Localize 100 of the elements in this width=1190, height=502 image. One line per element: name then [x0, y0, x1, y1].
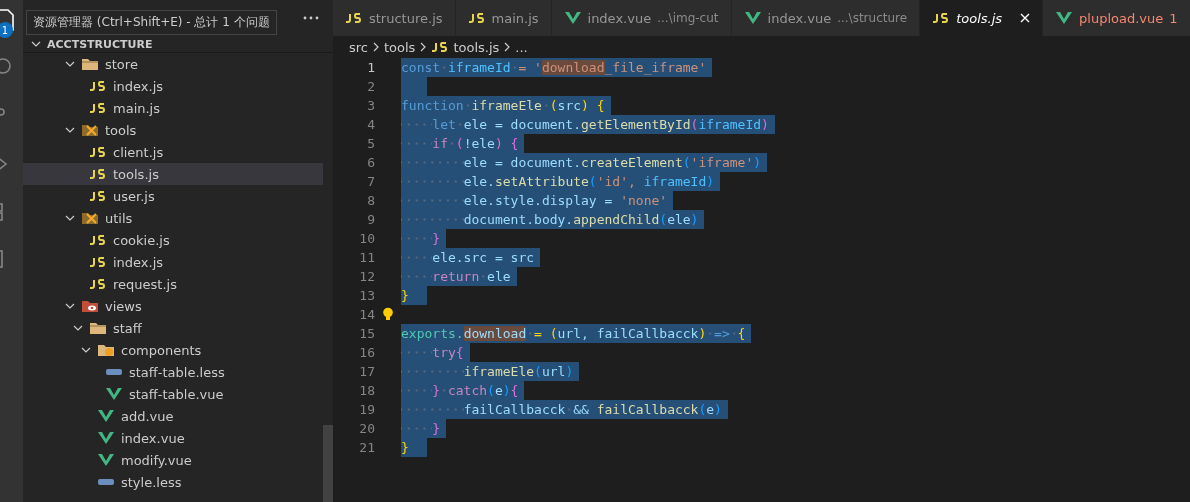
- file-name: staff-table.vue: [129, 386, 224, 402]
- editor-tab[interactable]: plupload.vue 1: [1043, 0, 1190, 36]
- chevron-icon: [65, 59, 75, 69]
- tree-item[interactable]: tools: [23, 119, 323, 141]
- file-name: index.vue: [121, 430, 185, 446]
- tree-item[interactable]: store: [23, 53, 323, 75]
- tab-label: tools.js: [956, 10, 1003, 26]
- tab-label: index.vue: [767, 10, 832, 26]
- line-number: 20: [358, 421, 375, 436]
- line-number: 9: [366, 212, 375, 227]
- tab-label: structure.js: [369, 10, 443, 26]
- scrollbar-thumb[interactable]: [323, 425, 333, 502]
- tree-item[interactable]: staff-table.vue: [23, 383, 323, 405]
- chevron-icon: [73, 323, 83, 333]
- line-number: 11: [358, 250, 375, 265]
- line-number: 10: [358, 231, 375, 246]
- line-number: 7: [366, 174, 375, 189]
- folder-tools-icon: [81, 123, 99, 137]
- file-name: request.js: [113, 276, 177, 292]
- file-name: cookie.js: [113, 232, 170, 248]
- tree-item[interactable]: index.vue: [23, 427, 323, 449]
- editor-tab[interactable]: index.vue ...\structure: [731, 0, 921, 36]
- tab-path: ...\structure: [837, 11, 908, 25]
- breadcrumb-item[interactable]: ...: [515, 39, 528, 55]
- folder-components-icon: [97, 343, 115, 357]
- js-file-icon: [467, 13, 486, 23]
- tree-item[interactable]: index.js: [23, 75, 323, 97]
- js-file-icon: [89, 191, 107, 201]
- tree-item[interactable]: request.js: [23, 273, 323, 295]
- lightbulb-icon[interactable]: [382, 307, 394, 322]
- line-number: 17: [358, 364, 375, 379]
- file-name: modify.vue: [121, 452, 192, 468]
- file-name: tools: [105, 122, 137, 138]
- tree-item[interactable]: add.vue: [23, 405, 323, 427]
- line-number: 13: [358, 288, 375, 303]
- line-number: 5: [366, 136, 375, 151]
- chevron-icon: [503, 42, 512, 52]
- chevron-icon: [65, 213, 75, 223]
- file-name: main.js: [113, 100, 160, 116]
- line-number: 1: [366, 60, 375, 75]
- tree-item[interactable]: staff-table.less: [23, 361, 323, 383]
- file-name: client.js: [113, 144, 164, 160]
- line-number: 4: [366, 117, 375, 132]
- tooltip: 资源管理器 (Ctrl+Shift+E) - 总计 1 个问题: [26, 10, 277, 35]
- tree-item[interactable]: user.js: [23, 185, 323, 207]
- file-name: views: [105, 298, 142, 314]
- section-title: ACCTSTRUCTURE: [47, 37, 153, 51]
- js-file-icon: [89, 169, 107, 179]
- chevron-icon: [81, 345, 91, 355]
- breadcrumb-item[interactable]: src: [349, 39, 368, 55]
- vue-file-icon: [1055, 11, 1074, 25]
- line-number: 8: [366, 193, 375, 208]
- vue-file-icon: [97, 431, 115, 445]
- tree-item[interactable]: cookie.js: [23, 229, 323, 251]
- tree-item[interactable]: staff: [23, 317, 323, 339]
- file-name: staff-table.less: [129, 364, 225, 380]
- problem-count: 1: [1169, 10, 1178, 26]
- editor-tab[interactable]: index.vue ...\img-cut: [551, 0, 732, 36]
- line-number: 18: [358, 383, 375, 398]
- tab-label: plupload.vue: [1079, 10, 1164, 26]
- line-number: 12: [358, 269, 375, 284]
- js-file-icon: [89, 257, 107, 267]
- line-number: 3: [366, 98, 375, 113]
- vue-file-icon: [563, 11, 582, 25]
- tree-item[interactable]: utils: [23, 207, 323, 229]
- vue-file-icon: [105, 387, 123, 401]
- tree-item[interactable]: style.less: [23, 471, 323, 493]
- breadcrumb-item[interactable]: tools: [384, 39, 416, 55]
- file-name: tools.js: [113, 166, 159, 182]
- editor-tab[interactable]: structure.js: [333, 0, 456, 36]
- js-file-icon: [932, 13, 951, 23]
- close-icon[interactable]: [1020, 13, 1031, 23]
- folder-icon: [89, 321, 107, 335]
- more-icon[interactable]: [303, 16, 319, 20]
- tree-item[interactable]: index.js: [23, 251, 323, 273]
- line-number: 14: [358, 307, 375, 322]
- breadcrumb-item[interactable]: tools.js: [453, 39, 500, 55]
- tree-item[interactable]: client.js: [23, 141, 323, 163]
- section-header[interactable]: ACCTSTRUCTURE: [23, 36, 333, 53]
- editor-tab[interactable]: tools.js: [920, 0, 1044, 36]
- js-file-icon: [345, 13, 363, 23]
- tree-item[interactable]: main.js: [23, 97, 323, 119]
- problem-badge: 1: [0, 22, 13, 38]
- js-file-icon: [89, 81, 107, 91]
- file-name: index.js: [113, 254, 164, 270]
- js-file-icon: [431, 42, 450, 52]
- js-file-icon: [89, 103, 107, 113]
- vue-file-icon: [97, 453, 115, 467]
- js-file-icon: [89, 235, 107, 245]
- file-name: add.vue: [121, 408, 174, 424]
- tree-item[interactable]: tools.js: [23, 163, 323, 185]
- file-name: style.less: [121, 474, 182, 490]
- line-number: 6: [366, 155, 375, 170]
- tree-item[interactable]: modify.vue: [23, 449, 323, 471]
- editor-tab[interactable]: main.js: [455, 0, 552, 36]
- tab-label: main.js: [491, 10, 539, 26]
- chevron-icon: [372, 42, 380, 52]
- tree-item[interactable]: views: [23, 295, 323, 317]
- tree-item[interactable]: components: [23, 339, 323, 361]
- file-name: store: [105, 56, 138, 72]
